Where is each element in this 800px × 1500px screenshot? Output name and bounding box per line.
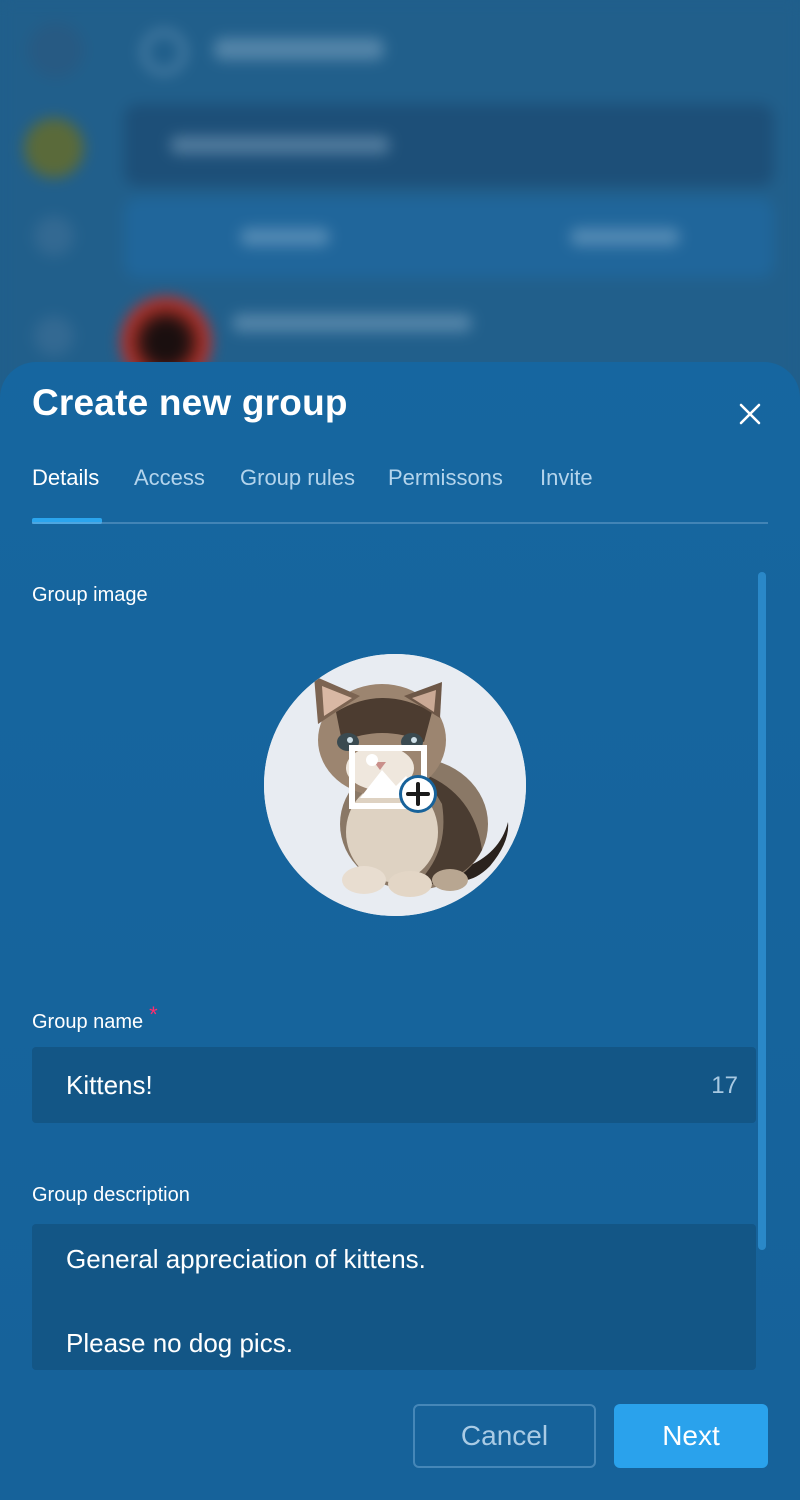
add-photo-icon [349,745,437,813]
background-side-icon [34,216,74,256]
background-header-title [214,38,384,60]
background-side-icon [34,316,74,356]
background-tab-chats [240,228,330,246]
group-name-field[interactable]: Kittens! 17 [32,1047,756,1123]
close-button[interactable] [730,394,770,434]
group-name-label: Group name * [32,1002,158,1034]
tabs-divider [32,522,768,524]
description-line: General appreciation of kittens. [66,1244,426,1274]
group-description-label: Group description [32,1184,190,1206]
scrollbar[interactable] [758,572,766,1250]
group-name-value: Kittens! [66,1070,153,1100]
dialog-title: Create new group [32,382,348,423]
background-search-placeholder [170,136,390,154]
cancel-button[interactable]: Cancel [413,1404,596,1468]
dialog-tabs: Details Access Group rules Permissons In… [32,458,768,524]
group-description-field[interactable]: General appreciation of kittens. Please … [32,1224,756,1370]
tab-details[interactable]: Details [32,458,99,498]
required-mark: * [149,1002,158,1027]
close-icon [739,403,761,425]
tab-invite[interactable]: Invite [540,458,593,498]
group-name-counter: 17 [711,1072,738,1099]
group-image-label: Group image [32,584,148,606]
search-icon [142,30,186,74]
group-name-label-text: Group name [32,1011,144,1033]
create-group-dialog: Create new group Details Access Group ru… [0,362,800,1500]
tab-access[interactable]: Access [134,458,205,498]
background-chat-name [232,314,472,332]
avatar [24,118,84,178]
next-button[interactable]: Next [614,1404,768,1468]
description-line: Please no dog pics. [66,1328,293,1358]
group-image-picker[interactable] [264,654,526,916]
menu-icon [28,22,84,78]
tab-group-rules[interactable]: Group rules [240,458,355,498]
background-tab-threads [570,228,680,246]
tab-permissions[interactable]: Permissons [388,458,503,498]
